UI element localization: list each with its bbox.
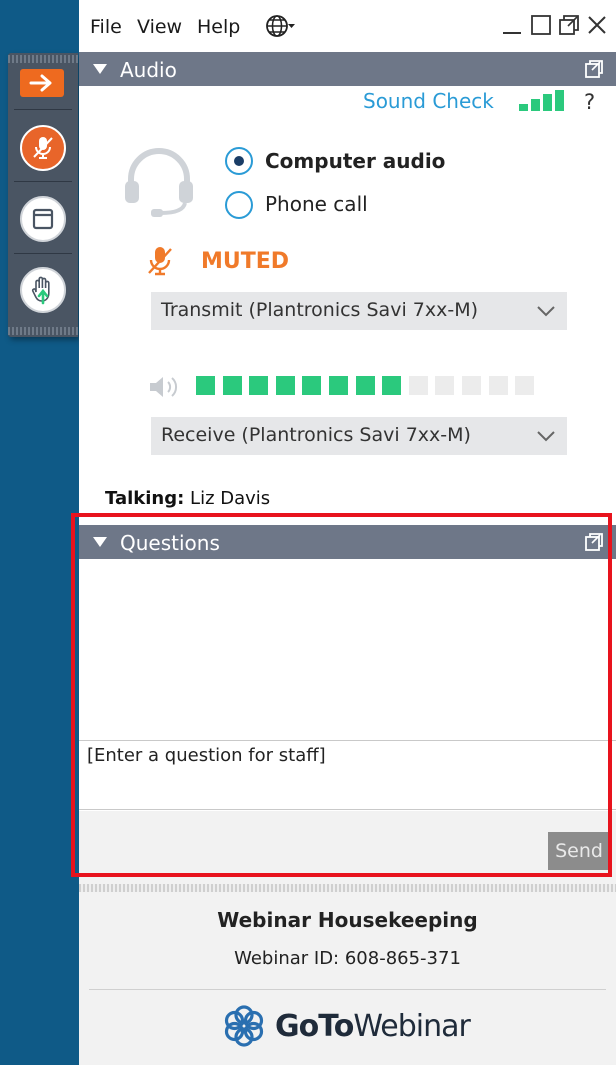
microphone-muted-icon: [33, 137, 53, 159]
menu-help[interactable]: Help: [197, 16, 240, 38]
computer-audio-label[interactable]: Computer audio: [265, 149, 445, 173]
questions-section-header[interactable]: Questions: [79, 525, 616, 559]
questions-log[interactable]: [79, 559, 616, 740]
webinar-title: Webinar Housekeeping: [217, 908, 478, 932]
level-segment: [409, 376, 428, 395]
level-segment: [223, 376, 242, 395]
microphone-muted-icon[interactable]: [145, 245, 175, 277]
level-segment: [276, 376, 295, 395]
talking-indicator: Talking: Liz Davis: [105, 488, 270, 509]
level-segment: [489, 376, 508, 395]
maximize-icon[interactable]: [530, 14, 552, 36]
level-segment: [302, 376, 321, 395]
strip-grip-bottom[interactable]: [8, 327, 78, 335]
gotowebinar-logo: GoTo Webinar: [221, 1000, 471, 1052]
level-segment: [356, 376, 375, 395]
strip-divider: [14, 181, 72, 182]
receive-device-value: Receive (Plantronics Savi 7xx-M): [161, 424, 471, 446]
raise-hand-button[interactable]: [20, 267, 66, 313]
menu-file[interactable]: File: [90, 16, 122, 38]
minimize-icon[interactable]: [501, 14, 523, 36]
brand-goto: GoTo: [275, 1008, 354, 1044]
audio-section-title: Audio: [120, 58, 177, 82]
signal-strength-icon: [519, 90, 564, 111]
webinar-footer: Webinar Housekeeping Webinar ID: 608-865…: [79, 892, 616, 1065]
level-segment: [382, 376, 401, 395]
popout-icon[interactable]: [584, 532, 604, 552]
question-input[interactable]: [Enter a question for staff]: [79, 740, 616, 810]
talking-name: Liz Davis: [190, 488, 271, 509]
sound-check-link[interactable]: Sound Check: [363, 89, 494, 113]
computer-audio-radio[interactable]: [225, 147, 253, 175]
level-segment: [249, 376, 268, 395]
level-segment: [329, 376, 348, 395]
help-button[interactable]: ?: [584, 90, 595, 114]
phone-call-label[interactable]: Phone call: [265, 192, 368, 216]
mute-toggle-button[interactable]: [20, 125, 66, 171]
transmit-device-select[interactable]: Transmit (Plantronics Savi 7xx-M): [151, 292, 567, 330]
level-segment: [196, 376, 215, 395]
receive-device-select[interactable]: Receive (Plantronics Savi 7xx-M): [151, 417, 567, 455]
brand-webinar: Webinar: [353, 1008, 470, 1044]
show-window-button[interactable]: [20, 196, 66, 242]
speaker-icon: [150, 377, 178, 397]
transmit-device-value: Transmit (Plantronics Savi 7xx-M): [161, 299, 478, 321]
question-input-placeholder: [Enter a question for staff]: [87, 745, 326, 766]
headset-icon: [125, 148, 193, 217]
strip-divider: [14, 253, 72, 254]
questions-resize-grip[interactable]: [79, 884, 616, 892]
menu-bar: File View Help: [79, 0, 616, 52]
collapse-triangle-icon[interactable]: [93, 537, 107, 547]
level-segment: [462, 376, 481, 395]
expand-panel-button[interactable]: [20, 69, 64, 97]
gotowebinar-flower-icon: [224, 1005, 264, 1047]
raise-hand-icon: [31, 276, 50, 305]
level-segment: [515, 376, 534, 395]
chevron-down-icon: [537, 306, 555, 317]
question-actions: Send: [79, 811, 616, 886]
chevron-down-icon: [537, 431, 555, 442]
questions-section-title: Questions: [120, 531, 220, 555]
webinar-id: Webinar ID: 608-865-371: [234, 948, 461, 969]
footer-divider: [89, 989, 606, 990]
audio-section-header[interactable]: Audio: [79, 52, 616, 86]
control-panel: File View Help Audio Sound Check ? Compu…: [71, 0, 616, 1065]
collapse-triangle-icon[interactable]: [93, 64, 107, 74]
menu-view[interactable]: View: [137, 16, 182, 38]
strip-grip-top[interactable]: [8, 55, 78, 63]
popout-icon[interactable]: [584, 59, 604, 79]
phone-call-radio[interactable]: [225, 191, 253, 219]
restore-icon[interactable]: [558, 14, 580, 36]
level-segment: [435, 376, 454, 395]
globe-icon[interactable]: [265, 13, 295, 39]
window-icon: [32, 208, 54, 230]
control-strip: [8, 53, 78, 337]
muted-status: MUTED: [201, 249, 290, 274]
expand-arrow-icon: [29, 74, 52, 92]
talking-label: Talking:: [105, 488, 185, 509]
close-icon[interactable]: [586, 14, 608, 36]
strip-divider: [14, 109, 72, 110]
send-button[interactable]: Send: [548, 832, 610, 870]
